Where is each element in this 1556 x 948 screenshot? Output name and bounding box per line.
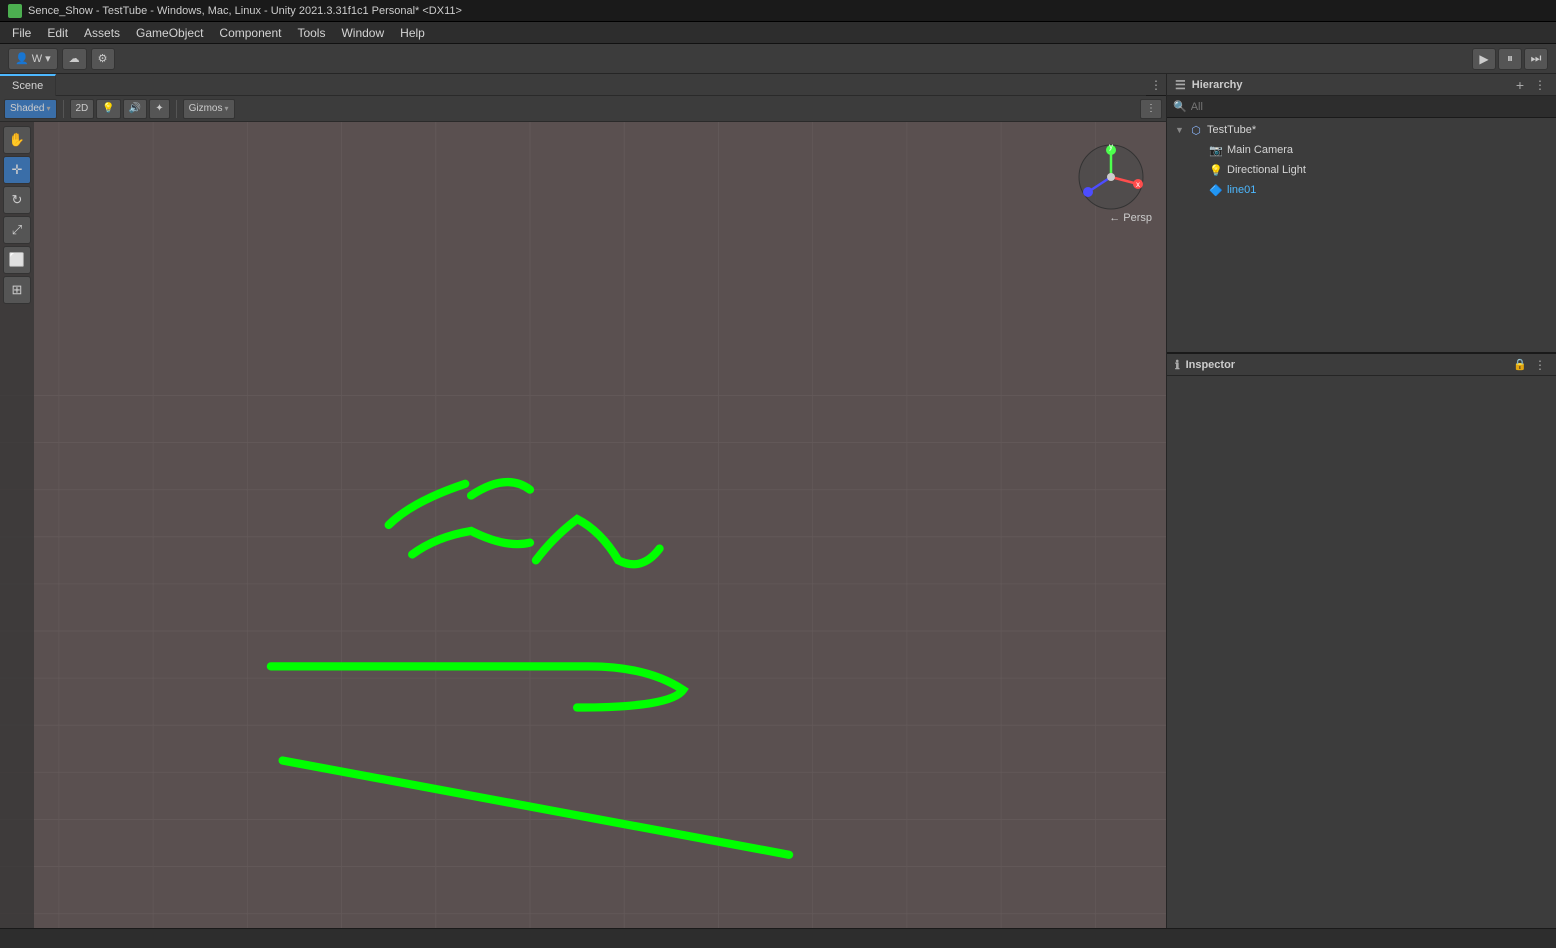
scene-tabs: Scene ⋮ bbox=[0, 74, 1166, 96]
menu-gameobject[interactable]: GameObject bbox=[128, 24, 211, 42]
audio-icon: 🔊 bbox=[129, 103, 141, 114]
hierarchy-item-testtube[interactable]: ▼ ⬡ TestTube* bbox=[1167, 120, 1556, 140]
hierarchy-header: ☰ Hierarchy + ⋮ bbox=[1167, 74, 1556, 96]
light-toggle[interactable]: 💡 bbox=[96, 99, 120, 119]
status-bar bbox=[0, 928, 1556, 948]
scene-gizmo[interactable]: y x bbox=[1076, 142, 1146, 212]
object-icon: 🔷 bbox=[1209, 184, 1223, 197]
inspector-panel: ℹ Inspector 🔒 ⋮ bbox=[1167, 354, 1556, 928]
menu-edit[interactable]: Edit bbox=[39, 24, 76, 42]
hierarchy-search-bar: 🔍 bbox=[1167, 96, 1556, 118]
account-button[interactable]: 👤 W ▾ bbox=[8, 48, 58, 70]
scale-tool[interactable]: ⤢ bbox=[3, 216, 31, 244]
gizmos-label: Gizmos bbox=[189, 103, 223, 114]
hierarchy-item-dirlight[interactable]: 💡 Directional Light bbox=[1167, 160, 1556, 180]
menu-help[interactable]: Help bbox=[392, 24, 433, 42]
scene-tab[interactable]: Scene bbox=[0, 74, 56, 96]
move-tool[interactable]: ✛ bbox=[3, 156, 31, 184]
right-panel: ☰ Hierarchy + ⋮ 🔍 ▼ ⬡ TestTube* bbox=[1166, 74, 1556, 928]
svg-text:y: y bbox=[1109, 142, 1113, 151]
title-text: Sence_Show - TestTube - Windows, Mac, Li… bbox=[28, 5, 462, 17]
inspector-lock-button[interactable]: 🔒 bbox=[1512, 357, 1528, 373]
scene-container: Scene ⋮ Shaded ▾ 2D 💡 🔊 ✦ bbox=[0, 74, 1166, 928]
scene-viewport[interactable]: ✋ ✛ ↻ ⤢ ⬜ ⊞ y x bbox=[0, 122, 1166, 928]
menu-file[interactable]: File bbox=[4, 24, 39, 42]
settings-button[interactable]: ⚙ bbox=[91, 48, 115, 70]
title-bar: Sence_Show - TestTube - Windows, Mac, Li… bbox=[0, 0, 1556, 22]
play-button[interactable]: ▶ bbox=[1472, 48, 1496, 70]
item-label: line01 bbox=[1227, 184, 1256, 196]
sep2 bbox=[176, 100, 177, 118]
transform-tool[interactable]: ⊞ bbox=[3, 276, 31, 304]
inspector-icon: ℹ bbox=[1175, 358, 1180, 372]
menu-tools[interactable]: Tools bbox=[289, 24, 333, 42]
inspector-header: ℹ Inspector 🔒 ⋮ bbox=[1167, 354, 1556, 376]
item-label: Main Camera bbox=[1227, 144, 1293, 156]
camera-icon: 📷 bbox=[1209, 144, 1223, 157]
menu-component[interactable]: Component bbox=[211, 24, 289, 42]
scene-toolbar: Shaded ▾ 2D 💡 🔊 ✦ Gizmos ▾ ⋮ bbox=[0, 96, 1166, 122]
inspector-menu-button[interactable]: ⋮ bbox=[1532, 357, 1548, 373]
item-label: Directional Light bbox=[1227, 164, 1306, 176]
gizmos-dropdown[interactable]: Gizmos ▾ bbox=[183, 99, 235, 119]
menu-bar: File Edit Assets GameObject Component To… bbox=[0, 22, 1556, 44]
play-icon: ▶ bbox=[1479, 52, 1488, 66]
play-controls: ▶ ⏸ ⏭ bbox=[1472, 48, 1548, 70]
2d-toggle[interactable]: 2D bbox=[70, 99, 95, 119]
cloud-icon: ☁ bbox=[69, 52, 80, 65]
item-label: TestTube* bbox=[1207, 124, 1256, 136]
rotate-tool[interactable]: ↻ bbox=[3, 186, 31, 214]
hierarchy-search-input[interactable] bbox=[1191, 101, 1550, 113]
pause-button[interactable]: ⏸ bbox=[1498, 48, 1522, 70]
shading-label: Shaded bbox=[10, 103, 44, 114]
gizmos-arrow: ▾ bbox=[225, 104, 229, 113]
scene-icon: ⬡ bbox=[1189, 124, 1203, 137]
step-button[interactable]: ⏭ bbox=[1524, 48, 1548, 70]
step-icon: ⏭ bbox=[1531, 51, 1542, 66]
shading-arrow: ▾ bbox=[46, 104, 50, 113]
hierarchy-menu-button[interactable]: ⋮ bbox=[1532, 77, 1548, 93]
hierarchy-label: Hierarchy bbox=[1192, 79, 1243, 91]
main-toolbar: 👤 W ▾ ☁ ⚙ ▶ ⏸ ⏭ bbox=[0, 44, 1556, 74]
account-icon: 👤 bbox=[15, 52, 29, 65]
shading-dropdown[interactable]: Shaded ▾ bbox=[4, 99, 57, 119]
inspector-label: Inspector bbox=[1186, 359, 1236, 371]
sep1 bbox=[63, 100, 64, 118]
scene-more-options[interactable]: ⋮ bbox=[1140, 99, 1162, 119]
persp-label: ← Persp bbox=[1109, 212, 1152, 224]
effects-toggle[interactable]: ✦ bbox=[149, 99, 169, 119]
inspector-content bbox=[1167, 376, 1556, 928]
tool-sidebar: ✋ ✛ ↻ ⤢ ⬜ ⊞ bbox=[0, 122, 34, 928]
scene-svg bbox=[0, 122, 1166, 928]
menu-assets[interactable]: Assets bbox=[76, 24, 128, 42]
light-icon: 💡 bbox=[1209, 164, 1223, 177]
effects-icon: ✦ bbox=[155, 103, 163, 114]
scene-more-btn[interactable]: ⋮ bbox=[1146, 74, 1166, 96]
search-icon: 🔍 bbox=[1173, 100, 1187, 113]
inspector-actions: 🔒 ⋮ bbox=[1512, 357, 1548, 373]
audio-toggle[interactable]: 🔊 bbox=[123, 99, 147, 119]
hierarchy-actions: + ⋮ bbox=[1512, 77, 1548, 93]
hierarchy-icon: ☰ bbox=[1175, 78, 1186, 92]
light-icon: 💡 bbox=[102, 103, 114, 114]
gizmo-svg: y x bbox=[1076, 142, 1146, 212]
pause-icon: ⏸ bbox=[1507, 51, 1513, 66]
hierarchy-item-line01[interactable]: 🔷 line01 bbox=[1167, 180, 1556, 200]
rect-tool[interactable]: ⬜ bbox=[3, 246, 31, 274]
settings-icon: ⚙ bbox=[98, 52, 108, 65]
main-layout: Scene ⋮ Shaded ▾ 2D 💡 🔊 ✦ bbox=[0, 74, 1556, 928]
expand-arrow: ▼ bbox=[1175, 125, 1185, 135]
menu-window[interactable]: Window bbox=[333, 24, 392, 42]
hierarchy-panel: ☰ Hierarchy + ⋮ 🔍 ▼ ⬡ TestTube* bbox=[1167, 74, 1556, 354]
svg-text:x: x bbox=[1136, 180, 1140, 189]
cloud-button[interactable]: ☁ bbox=[62, 48, 87, 70]
scene-tab-label: Scene bbox=[12, 80, 43, 92]
hand-tool[interactable]: ✋ bbox=[3, 126, 31, 154]
hierarchy-tree: ▼ ⬡ TestTube* 📷 Main Camera 💡 Directiona bbox=[1167, 118, 1556, 352]
unity-icon bbox=[8, 4, 22, 18]
hierarchy-item-maincamera[interactable]: 📷 Main Camera bbox=[1167, 140, 1556, 160]
hierarchy-add-button[interactable]: + bbox=[1512, 77, 1528, 93]
2d-label: 2D bbox=[76, 103, 89, 114]
